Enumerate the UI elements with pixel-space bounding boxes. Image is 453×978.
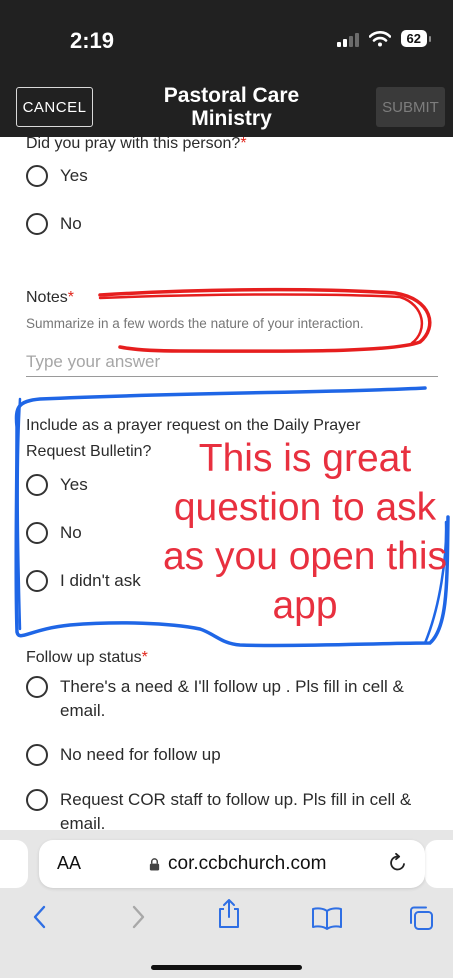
radio-circle[interactable] xyxy=(26,165,48,187)
question-follow-up-label: Follow up status* xyxy=(26,649,148,666)
app-header: 2:19 62 CANCEL Pastoral Care Ministry SU… xyxy=(0,0,453,137)
cancel-button[interactable]: CANCEL xyxy=(16,87,93,127)
question-pray-label: Did you pray with this person?* xyxy=(26,137,247,152)
radio-follow-up-staff[interactable]: Request COR staff to follow up. Pls fill… xyxy=(26,788,431,830)
radio-circle[interactable] xyxy=(26,474,48,496)
required-mark: * xyxy=(240,137,247,152)
status-time: 2:19 xyxy=(70,28,115,53)
option-label: Yes xyxy=(60,475,88,494)
radio-circle[interactable] xyxy=(26,744,48,766)
radio-prayer-no[interactable]: No xyxy=(26,521,82,545)
submit-button[interactable]: SUBMIT xyxy=(376,87,445,127)
back-icon[interactable] xyxy=(30,904,50,930)
forward-icon[interactable] xyxy=(128,904,148,930)
required-mark: * xyxy=(141,649,148,666)
required-mark: * xyxy=(67,289,75,306)
annotation-text: This is great question to ask as you ope… xyxy=(162,437,448,627)
page-settings-button[interactable]: AA xyxy=(57,853,81,874)
aa-label: AA xyxy=(57,853,82,873)
radio-pray-no[interactable]: No xyxy=(26,212,82,236)
option-label: There's a need & I'll follow up . Pls fi… xyxy=(60,677,404,720)
bookmarks-icon[interactable] xyxy=(311,906,343,930)
radio-follow-up-need[interactable]: There's a need & I'll follow up . Pls fi… xyxy=(26,675,431,723)
page-title: Pastoral Care Ministry xyxy=(163,84,300,130)
url-display[interactable]: cor.ccbchurch.com xyxy=(149,853,326,875)
home-indicator xyxy=(151,965,302,970)
reload-icon[interactable] xyxy=(387,852,409,874)
url-text: cor.ccbchurch.com xyxy=(168,853,327,874)
radio-circle[interactable] xyxy=(26,789,48,811)
radio-pray-yes[interactable]: Yes xyxy=(26,164,88,188)
previous-tab-card[interactable] xyxy=(0,840,28,888)
notes-hint: Summarize in a few words the nature of y… xyxy=(26,316,364,331)
radio-circle[interactable] xyxy=(26,570,48,592)
radio-follow-up-none[interactable]: No need for follow up xyxy=(26,743,221,767)
radio-circle[interactable] xyxy=(26,676,48,698)
radio-circle[interactable] xyxy=(26,213,48,235)
radio-circle[interactable] xyxy=(26,522,48,544)
radio-prayer-yes[interactable]: Yes xyxy=(26,473,88,497)
address-bar[interactable]: AA cor.ccbchurch.com xyxy=(39,840,425,888)
notes-input[interactable] xyxy=(26,347,438,377)
signal-icon xyxy=(336,31,359,47)
question-notes-label: Notes* xyxy=(26,289,75,306)
option-label: No xyxy=(60,523,82,542)
tabs-icon[interactable] xyxy=(407,904,435,932)
option-label: Yes xyxy=(60,166,88,185)
radio-prayer-didnt-ask[interactable]: I didn't ask xyxy=(26,569,141,593)
option-label: Request COR staff to follow up. Pls fill… xyxy=(60,790,412,830)
share-icon[interactable] xyxy=(216,898,242,930)
browser-chrome: AA cor.ccbchurch.com xyxy=(0,830,453,978)
form-content: Did you pray with this person?* Yes No N… xyxy=(0,137,453,830)
option-label: No need for follow up xyxy=(60,745,221,764)
wifi-icon xyxy=(368,30,391,46)
next-tab-card[interactable] xyxy=(425,840,453,888)
lock-icon xyxy=(149,857,160,871)
option-label: No xyxy=(60,214,82,233)
status-icons: 62 xyxy=(336,30,432,47)
option-label: I didn't ask xyxy=(60,571,141,590)
battery-icon: 62 xyxy=(400,30,432,47)
